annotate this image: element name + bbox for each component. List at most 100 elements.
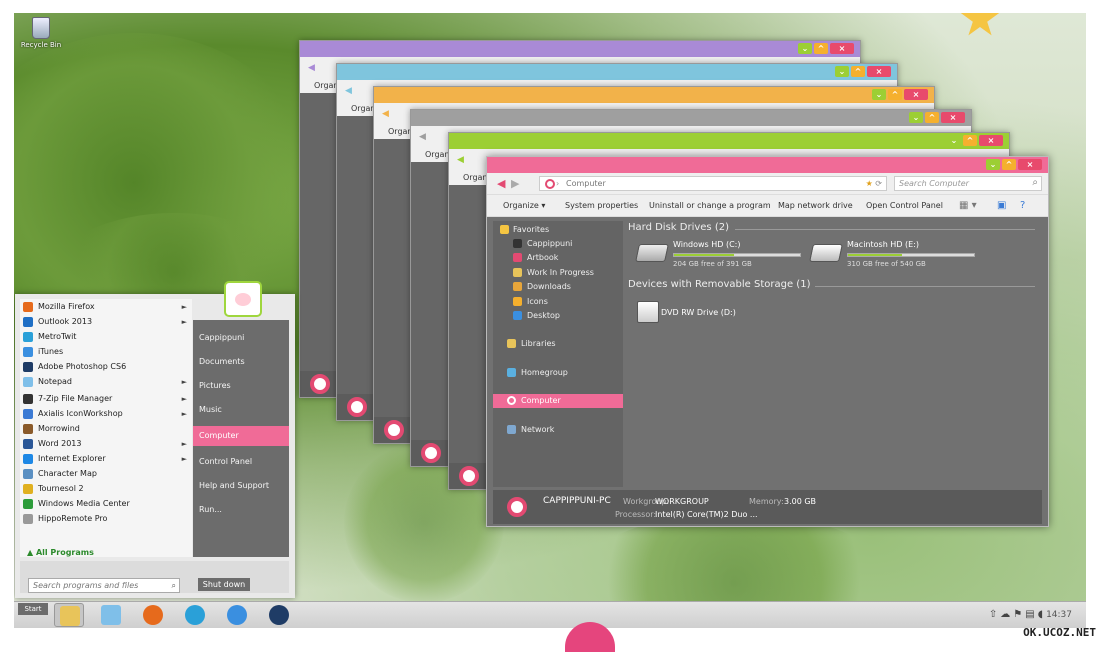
search-box[interactable]: Search Computer ⌕ <box>894 176 1042 191</box>
organize-menu[interactable]: Organ <box>425 150 450 159</box>
program-item[interactable]: Character Map <box>23 467 189 481</box>
minimize-button[interactable]: ⌄ <box>872 89 886 100</box>
close-button[interactable]: × <box>904 89 928 100</box>
search-icon[interactable]: ⌕ <box>1032 176 1038 189</box>
minimize-button[interactable]: ⌄ <box>798 43 812 54</box>
nav-favorite-item[interactable]: Cappippuni <box>493 237 623 251</box>
window-titlebar[interactable]: ⌄ ^ × <box>337 64 897 80</box>
nav-favorite-item[interactable]: Artbook <box>493 251 623 265</box>
back-arrow-icon[interactable]: ◀ <box>308 63 326 73</box>
nav-favorite-item[interactable]: Icons <box>493 295 623 309</box>
maximize-button[interactable]: ^ <box>851 66 865 77</box>
minimize-button[interactable]: ⌄ <box>986 159 1000 170</box>
program-item[interactable]: Internet Explorer ► <box>23 452 189 466</box>
nav-favorites[interactable]: Favorites <box>493 223 623 237</box>
taskbar-pinned-app[interactable] <box>54 603 84 627</box>
program-item[interactable]: Mozilla Firefox ► <box>23 300 189 314</box>
nav-computer[interactable]: Computer <box>493 394 623 408</box>
nav-favorite-item[interactable]: Work In Progress <box>493 266 623 280</box>
start-right-item[interactable]: Computer <box>193 426 289 446</box>
system-properties-button[interactable]: System properties <box>565 201 638 210</box>
program-item[interactable]: Word 2013 ► <box>23 437 189 451</box>
close-button[interactable]: × <box>830 43 854 54</box>
back-arrow-icon[interactable]: ◀ <box>497 178 505 189</box>
shutdown-button[interactable]: Shut down <box>198 578 250 591</box>
window-titlebar[interactable]: ⌄ ^ × <box>300 41 860 57</box>
nav-homegroup[interactable]: Homegroup <box>493 366 623 380</box>
organize-menu[interactable]: Organ <box>314 81 339 90</box>
program-item[interactable]: Outlook 2013 ► <box>23 315 189 329</box>
maximize-button[interactable]: ^ <box>1002 159 1016 170</box>
nav-favorite-item[interactable]: Desktop <box>493 309 623 323</box>
hdd-group-header[interactable]: Hard Disk Drives (2) <box>628 222 729 233</box>
jump-list-arrow-icon[interactable]: ► <box>182 407 187 421</box>
organize-menu[interactable]: Organ <box>388 127 413 136</box>
forward-arrow-icon[interactable]: ▶ <box>511 178 519 189</box>
organize-menu[interactable]: Organ <box>463 173 488 182</box>
back-arrow-icon[interactable]: ◀ <box>382 109 400 119</box>
address-bar[interactable]: › Computer ★ ⟳ <box>539 176 887 191</box>
taskbar-pinned-app[interactable] <box>222 603 252 627</box>
program-item[interactable]: Axialis IconWorkshop ► <box>23 407 189 421</box>
jump-list-arrow-icon[interactable]: ► <box>182 437 187 451</box>
start-right-item[interactable]: Pictures <box>193 376 289 396</box>
nav-network[interactable]: Network <box>493 423 623 437</box>
taskbar-pinned-app[interactable] <box>264 603 294 627</box>
minimize-button[interactable]: ⌄ <box>835 66 849 77</box>
start-right-item[interactable]: Documents <box>193 352 289 372</box>
removable-group-header[interactable]: Devices with Removable Storage (1) <box>628 279 810 290</box>
organize-menu[interactable]: Organ <box>351 104 376 113</box>
maximize-button[interactable]: ^ <box>888 89 902 100</box>
network-tray-icon[interactable]: ▤ <box>1025 609 1037 620</box>
back-arrow-icon[interactable]: ◀ <box>457 155 475 165</box>
start-right-item[interactable]: Help and Support <box>193 476 289 496</box>
back-arrow-icon[interactable]: ◀ <box>345 86 363 96</box>
preview-pane-icon[interactable]: ▣ <box>997 200 1006 211</box>
program-item[interactable]: Notepad ► <box>23 375 189 389</box>
open-control-panel-button[interactable]: Open Control Panel <box>866 201 943 210</box>
refresh-icon[interactable]: ⟳ <box>875 179 882 188</box>
program-item[interactable]: 7-Zip File Manager ► <box>23 392 189 406</box>
window-titlebar[interactable]: ⌄ ^ × <box>411 110 971 126</box>
jump-list-arrow-icon[interactable]: ► <box>182 300 187 314</box>
program-item[interactable]: Adobe Photoshop CS6 <box>23 360 189 374</box>
nav-favorite-item[interactable]: Downloads <box>493 280 623 294</box>
cloud-icon[interactable]: ☁ <box>1000 609 1013 620</box>
window-titlebar[interactable]: ⌄ ^ × <box>374 87 934 103</box>
volume-icon[interactable]: ◖ <box>1038 609 1046 620</box>
start-right-item[interactable]: Cappippuni <box>193 328 289 348</box>
map-network-drive-button[interactable]: Map network drive <box>778 201 853 210</box>
explorer-titlebar[interactable]: ⌄ ^ × <box>487 157 1048 173</box>
jump-list-arrow-icon[interactable]: ► <box>182 452 187 466</box>
show-hidden-icons-icon[interactable]: ⇧ <box>989 609 1000 620</box>
action-center-flag-icon[interactable]: ⚑ <box>1013 609 1025 620</box>
all-programs-link[interactable]: ▲ All Programs <box>27 548 94 557</box>
clock[interactable]: 14:37 <box>1046 610 1072 620</box>
start-button[interactable]: Start <box>18 603 48 615</box>
dvd-drive[interactable]: DVD RW Drive (D:) <box>637 299 807 333</box>
drive-windows-hd[interactable]: Windows HD (C:) 204 GB free of 391 GB <box>635 240 807 274</box>
taskbar-pinned-app[interactable] <box>180 603 210 627</box>
organize-menu[interactable]: Organize ▾ <box>503 201 545 210</box>
start-right-item[interactable]: Run... <box>193 500 289 520</box>
taskbar-pinned-app[interactable] <box>96 603 126 627</box>
drive-macintosh-hd[interactable]: Macintosh HD (E:) 310 GB free of 540 GB <box>809 240 981 274</box>
start-right-item[interactable]: Control Panel <box>193 452 289 472</box>
maximize-button[interactable]: ^ <box>963 135 977 146</box>
program-item[interactable]: Tournesol 2 <box>23 482 189 496</box>
minimize-button[interactable]: ⌄ <box>909 112 923 123</box>
start-search-input[interactable]: Search programs and files ⌕ <box>28 578 180 593</box>
back-arrow-icon[interactable]: ◀ <box>419 132 437 142</box>
start-right-item[interactable]: Music <box>193 400 289 420</box>
maximize-button[interactable]: ^ <box>925 112 939 123</box>
program-item[interactable]: iTunes <box>23 345 189 359</box>
close-button[interactable]: × <box>1018 159 1042 170</box>
help-icon[interactable]: ? <box>1020 200 1025 211</box>
jump-list-arrow-icon[interactable]: ► <box>182 392 187 406</box>
favorite-star-icon[interactable]: ★ <box>866 179 873 188</box>
maximize-button[interactable]: ^ <box>814 43 828 54</box>
uninstall-program-button[interactable]: Uninstall or change a program <box>649 201 771 210</box>
window-titlebar[interactable]: ⌄ ^ × <box>449 133 1009 149</box>
jump-list-arrow-icon[interactable]: ► <box>182 375 187 389</box>
program-item[interactable]: Windows Media Center <box>23 497 189 511</box>
